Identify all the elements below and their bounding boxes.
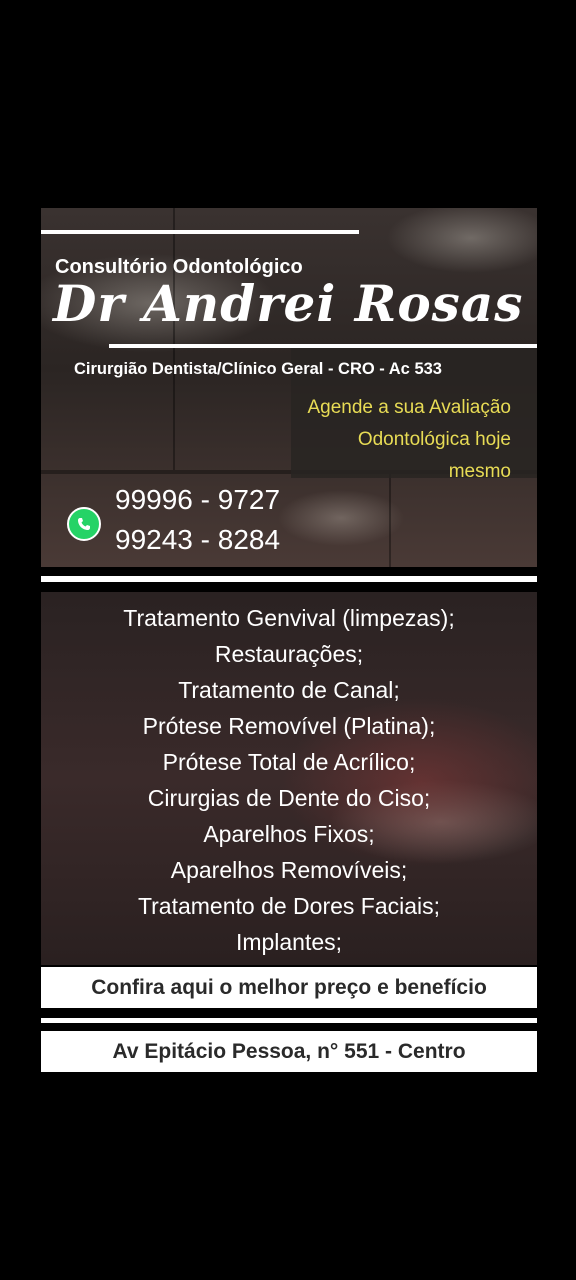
service-item: Implantes; — [235, 929, 343, 955]
appointment-cta: Agende a sua Avaliação Odontológica hoje… — [307, 392, 511, 488]
doctor-name: Dr Andrei Rosas — [53, 274, 524, 333]
service-item: Restaurações; — [214, 641, 364, 667]
phone-number-2[interactable]: 99243 - 8284 — [115, 524, 280, 556]
cta-line: mesmo — [448, 461, 511, 482]
services-card: Tratamento Genvival (limpezas); Restaura… — [41, 592, 537, 965]
service-item: Tratamento de Canal; — [178, 677, 400, 703]
cta-line: Odontológica hoje — [357, 429, 511, 450]
service-item: Tratamento de Dores Faciais; — [137, 893, 441, 919]
cta-line: Agende a sua Avaliação — [307, 397, 511, 418]
whatsapp-icon[interactable] — [67, 507, 101, 541]
service-item: Prótese Total de Acrílico; — [162, 749, 416, 775]
section-divider — [41, 576, 537, 582]
address-banner: Av Epitácio Pessoa, n° 551 - Centro — [41, 1031, 537, 1072]
promo-banner[interactable]: Confira aqui o melhor preço e benefício — [41, 967, 537, 1008]
phone-number-1[interactable]: 99996 - 9727 — [115, 484, 280, 516]
specialty-text: Cirurgião Dentista/Clínico Geral - CRO -… — [74, 360, 442, 378]
service-item: Tratamento Genvival (limpezas); — [123, 605, 455, 631]
top-rule — [41, 230, 359, 234]
service-item: Prótese Removível (Platina); — [142, 713, 436, 739]
name-rule — [109, 344, 537, 348]
services-list: Tratamento Genvival (limpezas); Restaura… — [41, 600, 537, 960]
phone-handset-icon — [78, 518, 90, 530]
header-card: Consultório Odontológico Dr Andrei Rosas… — [41, 208, 537, 567]
section-divider — [41, 1018, 537, 1023]
service-item: Aparelhos Fixos; — [203, 821, 375, 847]
service-item: Aparelhos Removíveis; — [170, 857, 408, 883]
photo-divider — [173, 208, 175, 470]
service-item: Cirurgias de Dente do Ciso; — [147, 785, 431, 811]
